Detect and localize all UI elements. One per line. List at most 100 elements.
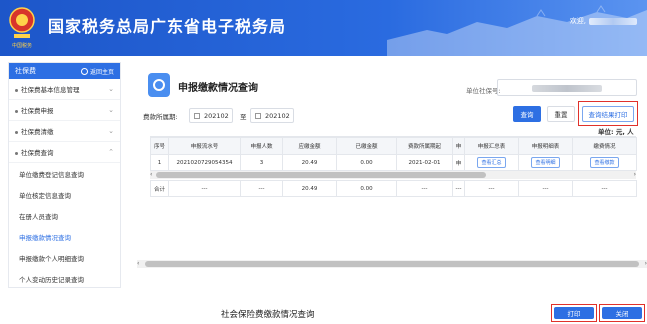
total-cell: 合计 (150, 180, 169, 197)
print-button[interactable]: 打印 (554, 307, 594, 319)
sidebar-group-declare[interactable]: 社保费申报 ⌄ (9, 100, 120, 121)
sidebar-item-personal-detail[interactable]: 申报缴款个人明细查询 (9, 247, 120, 268)
home-link[interactable]: 返回主页 (80, 67, 114, 76)
sidebar-item-unit-assessment[interactable]: 单位核定信息查询 (9, 184, 120, 205)
bullet-icon (15, 151, 18, 155)
home-icon (80, 67, 88, 75)
sidebar: 社保费 返回主页 社保费基本信息管理 ⌄ 社保费申报 ⌄ 社保费清缴 ⌄ 社保费… (8, 62, 121, 288)
table-cell: 1 (150, 154, 169, 171)
sidebar-item-declare-payment[interactable]: 申报缴款情况查询 (9, 226, 120, 247)
bullet-icon (15, 130, 18, 134)
table-cell: 查看汇总 (464, 154, 519, 171)
page-horizontal-scrollbar[interactable]: ‹ › (137, 260, 647, 268)
table-total-row: 合计 --- --- 20.49 0.00 --- --- --- --- --… (150, 180, 637, 197)
column-header: 申报明细表 (518, 137, 573, 155)
column-header: 已缴金额 (336, 137, 397, 155)
view-summary-link[interactable]: 查看汇总 (477, 157, 506, 168)
home-link-label: 返回主页 (89, 68, 114, 76)
column-header: 序号 (150, 137, 169, 155)
total-cell: 20.49 (282, 180, 337, 197)
sidebar-group-label: 社保费基本信息管理 (21, 86, 80, 94)
table-cell: 申 (452, 154, 465, 171)
query-page-icon (148, 73, 170, 97)
column-header: 申报流水号 (168, 137, 241, 155)
column-header: 申报人数 (240, 137, 283, 155)
total-cell: --- (240, 180, 283, 197)
sidebar-item-unit-registration[interactable]: 单位缴费登记信息查询 (9, 163, 120, 184)
sidebar-title: 社保费 (15, 67, 36, 75)
column-header: 应缴金额 (282, 137, 337, 155)
sidebar-group-query[interactable]: 社保费查询 ⌃ (9, 142, 120, 163)
period-to-value: 202102 (265, 112, 290, 120)
currency-note: 单位: 元, 人 (598, 128, 634, 136)
query-button[interactable]: 查询 (513, 106, 541, 122)
column-header: 申报汇总表 (464, 137, 519, 155)
scroll-right-icon[interactable]: › (634, 171, 636, 178)
view-detail-link[interactable]: 查看明细 (531, 157, 560, 168)
page-title: 申报缴款情况查询 (178, 83, 258, 94)
total-cell: --- (168, 180, 241, 197)
chevron-down-icon: ⌄ (108, 106, 114, 114)
bullet-icon (15, 109, 18, 113)
period-from-value: 202102 (204, 112, 229, 120)
period-from-input[interactable]: 202102 (189, 108, 233, 123)
calendar-icon (194, 113, 200, 119)
print-result-button[interactable]: 查询结果打印 (582, 106, 634, 122)
welcome-area: 欢迎, (570, 16, 637, 26)
bullet-icon (15, 88, 18, 92)
total-cell: --- (572, 180, 637, 197)
sidebar-group-payment[interactable]: 社保费清缴 ⌄ (9, 121, 120, 142)
user-name-redacted (589, 17, 637, 25)
column-header: 缴费情况 (572, 137, 637, 155)
site-title: 国家税务总局广东省电子税务局 (48, 17, 287, 36)
sidebar-group-label: 社保费清缴 (21, 128, 54, 136)
column-header: 申 (452, 137, 465, 155)
table-cell: 0.00 (336, 154, 397, 171)
table-cell: 2021-02-01 (396, 154, 453, 171)
sidebar-group-label: 社保费申报 (21, 107, 54, 115)
total-cell: --- (396, 180, 453, 197)
period-label: 费款所属期: (143, 113, 178, 121)
period-separator: 至 (240, 113, 247, 121)
table-cell: 2021020729054354 (168, 154, 241, 171)
sidebar-group-basic-info[interactable]: 社保费基本信息管理 ⌄ (9, 79, 120, 100)
unit-social-select[interactable] (497, 79, 637, 96)
close-button[interactable]: 关闭 (602, 307, 642, 319)
scrollbar-thumb[interactable] (156, 172, 486, 178)
table-cell: 查看缴款 (572, 154, 637, 171)
scrollbar-thumb[interactable] (145, 261, 639, 267)
sidebar-item-personal-history[interactable]: 个人变动历史记录查询 (9, 268, 120, 289)
logo-caption: 中国税务 (11, 43, 32, 49)
table-cell: 查看明细 (518, 154, 573, 171)
view-payment-link[interactable]: 查看缴款 (590, 157, 619, 168)
calendar-icon (255, 113, 261, 119)
sidebar-header: 社保费 返回主页 (9, 63, 120, 79)
table-cell: 20.49 (282, 154, 337, 171)
column-header: 费款所属期起 (396, 137, 453, 155)
table-header-row: 序号 申报流水号 申报人数 应缴金额 已缴金额 费款所属期起 申 申报汇总表 申… (150, 137, 637, 155)
scroll-left-icon[interactable]: ‹ (137, 260, 139, 267)
tax-emblem-logo (9, 7, 35, 38)
unit-social-label: 单位社保号: (466, 87, 501, 95)
table-horizontal-scrollbar[interactable]: ‹ › (150, 171, 636, 179)
great-wall-decoration (387, 5, 647, 56)
total-cell: 0.00 (336, 180, 397, 197)
footer-bar (0, 296, 647, 324)
period-to-input[interactable]: 202102 (250, 108, 294, 123)
table-row: 1 2021020729054354 3 20.49 0.00 2021-02-… (150, 154, 637, 171)
total-cell: --- (518, 180, 573, 197)
unit-social-value-redacted (532, 85, 602, 92)
app-header: 中国税务 国家税务总局广东省电子税务局 欢迎, (0, 0, 647, 56)
total-cell: --- (452, 180, 465, 197)
total-cell: --- (464, 180, 519, 197)
table-cell: 3 (240, 154, 283, 171)
scroll-left-icon[interactable]: ‹ (150, 171, 152, 178)
welcome-label: 欢迎, (569, 17, 586, 25)
sidebar-group-label: 社保费查询 (21, 149, 54, 157)
chevron-down-icon: ⌄ (108, 85, 114, 93)
chevron-down-icon: ⌄ (108, 127, 114, 135)
footer-title: 社会保险费缴款情况查询 (221, 310, 315, 320)
chevron-up-icon: ⌃ (108, 148, 114, 156)
reset-button[interactable]: 重置 (547, 106, 575, 122)
sidebar-item-registered-staff[interactable]: 在册人员查询 (9, 205, 120, 226)
